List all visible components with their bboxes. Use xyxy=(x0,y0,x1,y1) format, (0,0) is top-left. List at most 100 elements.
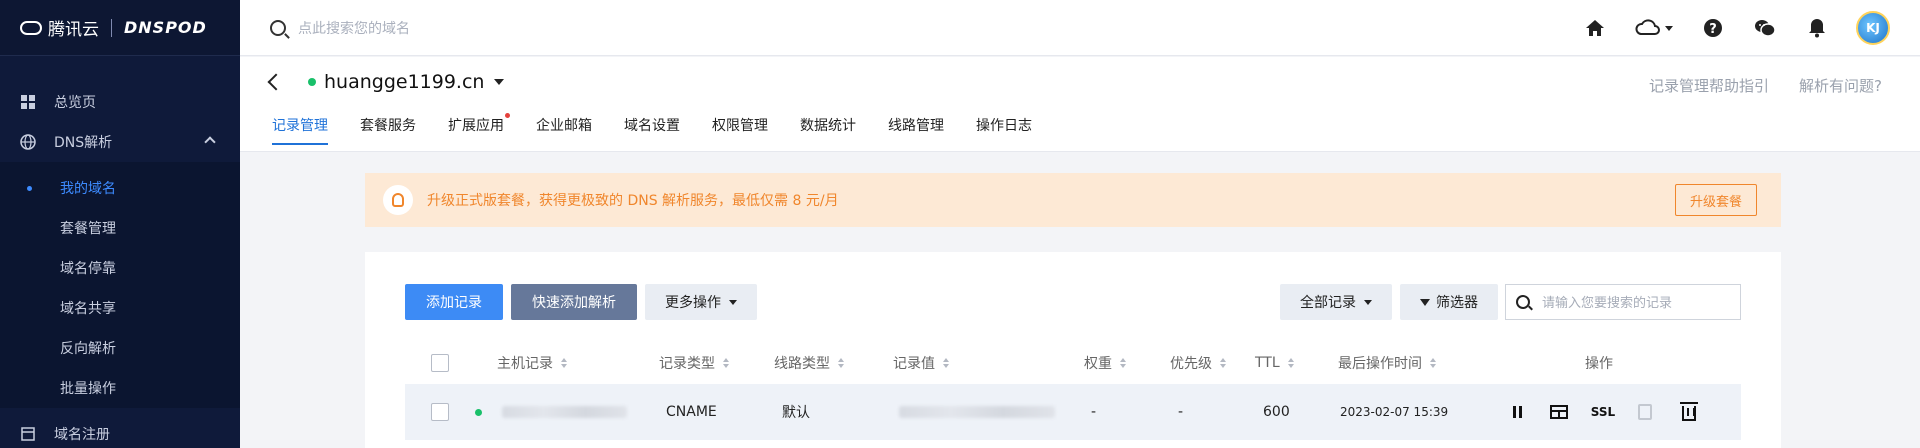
ssl-button[interactable]: SSL xyxy=(1588,384,1618,440)
tab-bar: 记录管理 套餐服务 扩展应用 企业邮箱 域名设置 权限管理 数据统计 线路管理 … xyxy=(272,113,1064,145)
domain-search-placeholder: 点此搜索您的域名 xyxy=(298,20,410,37)
select-all-checkbox[interactable] xyxy=(431,354,449,372)
tab-record-management[interactable]: 记录管理 xyxy=(272,115,328,145)
column-weight-label: 权重 xyxy=(1084,356,1112,372)
browser-icon xyxy=(20,426,36,442)
top-bar: 点此搜索您的域名 ? KJ xyxy=(240,0,1920,56)
banner-text: 升级正式版套餐，获得更极致的 DNS 解析服务，最低仅需 8 元/月 xyxy=(427,193,839,209)
sort-icon xyxy=(723,358,729,368)
record-weight: - xyxy=(1091,404,1097,420)
record-value-redacted xyxy=(899,406,1055,418)
column-type[interactable]: 记录类型 xyxy=(659,342,729,384)
tab-operation-log[interactable]: 操作日志 xyxy=(976,115,1032,145)
filter-button[interactable]: 筛选器 xyxy=(1400,284,1498,320)
sidebar-item-overview[interactable]: 总览页 xyxy=(0,82,240,122)
sort-icon xyxy=(838,358,844,368)
tab-domain-settings[interactable]: 域名设置 xyxy=(624,115,680,145)
ssl-label: SSL xyxy=(1590,405,1616,419)
logo[interactable]: 腾讯云 DNSPOD xyxy=(0,0,240,56)
column-weight[interactable]: 权重 xyxy=(1084,342,1126,384)
add-record-button[interactable]: 添加记录 xyxy=(405,284,503,320)
column-line[interactable]: 线路类型 xyxy=(774,342,844,384)
record-ttl: 600 xyxy=(1263,404,1290,420)
cloud-logo-icon xyxy=(20,20,42,35)
sidebar-item-label: 域名停靠 xyxy=(60,261,116,277)
wechat-icon[interactable] xyxy=(1752,15,1778,41)
sidebar-item-packages[interactable]: 套餐管理 xyxy=(0,208,240,248)
tab-statistics[interactable]: 数据统计 xyxy=(800,115,856,145)
record-line: 默认 xyxy=(782,405,810,421)
column-ttl-label: TTL xyxy=(1255,355,1280,371)
search-icon xyxy=(1516,295,1530,309)
sidebar-item-label: 反向解析 xyxy=(60,341,116,357)
record-updated-time: 2023-02-07 15:39 xyxy=(1340,405,1449,419)
more-actions-button[interactable]: 更多操作 xyxy=(645,284,757,320)
domain-header: huangge1199.cn 记录管理帮助指引 解析有问题? 记录管理 套餐服务… xyxy=(240,57,1920,152)
column-line-label: 线路类型 xyxy=(774,356,830,372)
sidebar-item-label: 批量操作 xyxy=(60,381,116,397)
sidebar-item-label: 我的域名 xyxy=(60,181,116,197)
record-status-dot xyxy=(475,408,482,416)
back-arrow-icon[interactable] xyxy=(267,73,285,91)
logo-divider xyxy=(111,18,112,37)
column-ttl[interactable]: TTL xyxy=(1255,342,1294,384)
row-checkbox[interactable] xyxy=(431,403,449,421)
column-value[interactable]: 记录值 xyxy=(893,342,949,384)
remark-icon xyxy=(1633,384,1657,440)
sort-icon xyxy=(1430,358,1436,368)
bell-icon[interactable] xyxy=(1804,15,1830,41)
sort-icon xyxy=(1287,358,1294,368)
chevron-down-icon[interactable] xyxy=(494,79,505,85)
help-icon[interactable]: ? xyxy=(1700,15,1726,41)
tab-line-management[interactable]: 线路管理 xyxy=(888,115,944,145)
sidebar-item-my-domains[interactable]: 我的域名 xyxy=(0,168,240,208)
cloud-menu-icon[interactable] xyxy=(1634,15,1674,41)
notification-dot xyxy=(505,113,510,118)
record-search[interactable] xyxy=(1505,284,1741,320)
tab-permissions[interactable]: 权限管理 xyxy=(712,115,768,145)
sidebar-item-reverse-dns[interactable]: 反向解析 xyxy=(0,328,240,368)
upgrade-banner: 升级正式版套餐，获得更极致的 DNS 解析服务，最低仅需 8 元/月 升级套餐 xyxy=(365,173,1781,227)
column-actions-label: 操作 xyxy=(1585,356,1613,372)
sidebar-item-label: 总览页 xyxy=(54,95,96,111)
sidebar-item-domain-parking[interactable]: 域名停靠 xyxy=(0,248,240,288)
all-records-dropdown[interactable]: 全部记录 xyxy=(1280,284,1392,320)
domain-search[interactable]: 点此搜索您的域名 xyxy=(270,18,410,38)
pause-icon[interactable] xyxy=(1505,384,1529,440)
sort-icon xyxy=(1220,358,1226,368)
sidebar-item-label: 套餐管理 xyxy=(60,221,116,237)
table-row[interactable]: CNAME 默认 - - 600 2023-02-07 15:39 SSL xyxy=(405,384,1741,440)
column-actions: 操作 xyxy=(1585,342,1613,384)
avatar[interactable]: KJ xyxy=(1856,11,1890,45)
sidebar-item-batch[interactable]: 批量操作 xyxy=(0,368,240,408)
tab-label: 扩展应用 xyxy=(448,118,504,134)
column-host[interactable]: 主机记录 xyxy=(497,342,567,384)
search-icon xyxy=(270,19,286,36)
column-updated[interactable]: 最后操作时间 xyxy=(1338,342,1436,384)
filter-icon xyxy=(1420,298,1430,306)
trash-icon[interactable] xyxy=(1677,384,1701,440)
all-records-label: 全部记录 xyxy=(1300,294,1356,310)
sidebar-item-domain-register[interactable]: 域名注册 xyxy=(0,414,240,448)
load-balance-icon[interactable] xyxy=(1547,384,1571,440)
column-priority[interactable]: 优先级 xyxy=(1170,342,1226,384)
tab-extensions[interactable]: 扩展应用 xyxy=(448,113,510,145)
record-search-input[interactable] xyxy=(1542,294,1732,310)
resolution-issue-link[interactable]: 解析有问题? xyxy=(1799,75,1882,96)
quick-add-button[interactable]: 快速添加解析 xyxy=(511,284,637,320)
sidebar-item-label: DNS解析 xyxy=(54,135,113,151)
column-updated-label: 最后操作时间 xyxy=(1338,356,1422,372)
tab-package-service[interactable]: 套餐服务 xyxy=(360,115,416,145)
domain-status-dot xyxy=(308,78,316,86)
host-value-redacted xyxy=(502,406,627,418)
sidebar-item-domain-sharing[interactable]: 域名共享 xyxy=(0,288,240,328)
home-icon[interactable] xyxy=(1582,15,1608,41)
domain-name[interactable]: huangge1199.cn xyxy=(324,71,484,93)
tab-enterprise-mail[interactable]: 企业邮箱 xyxy=(536,115,592,145)
table-header: 主机记录 记录类型 线路类型 记录值 权重 优先级 TTL 最后操作时间 操作 xyxy=(405,342,1741,384)
sidebar-item-dns[interactable]: DNS解析 xyxy=(0,122,240,162)
upgrade-button[interactable]: 升级套餐 xyxy=(1675,184,1757,216)
dnspod-logo: DNSPOD xyxy=(124,18,207,37)
help-guide-link[interactable]: 记录管理帮助指引 xyxy=(1649,75,1769,96)
sidebar-item-label: 域名注册 xyxy=(54,427,110,443)
